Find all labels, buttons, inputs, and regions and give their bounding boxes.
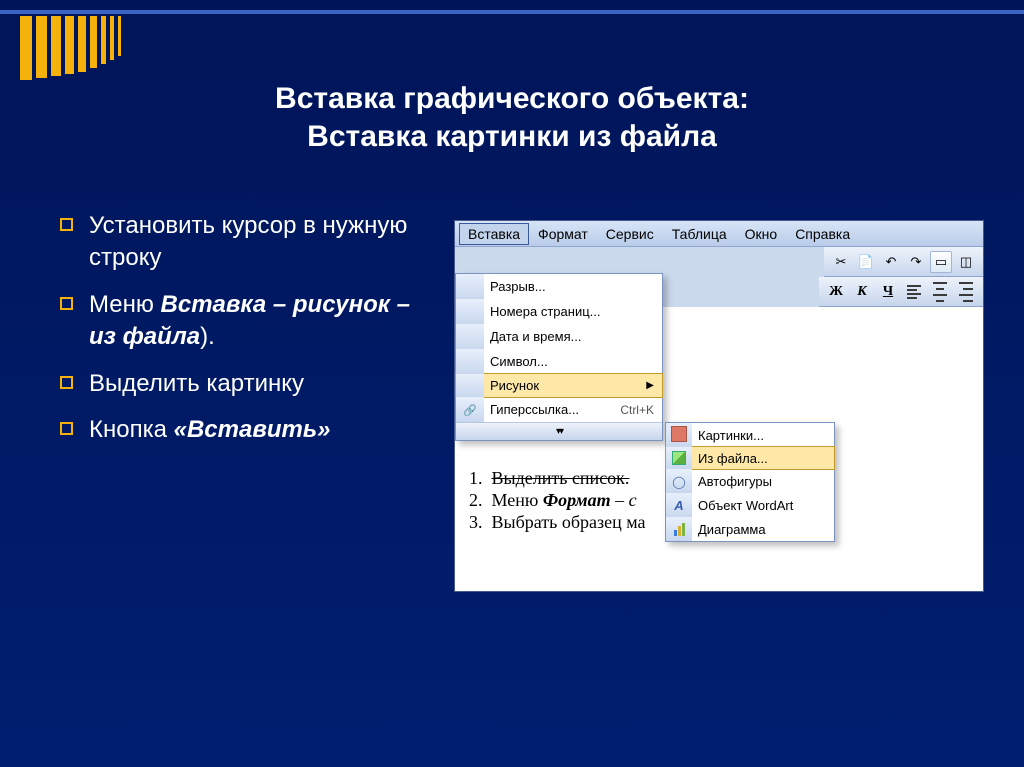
menu-item-hyperlink[interactable]: Гиперссылка... Ctrl+K: [456, 397, 662, 422]
submenu-clipart[interactable]: Картинки...: [666, 423, 834, 447]
align-left-button[interactable]: [903, 281, 925, 303]
page-title: Вставка графического объекта: Вставка ка…: [0, 80, 1024, 155]
word-window: Вставка Формат Сервис Таблица Окно Справ…: [454, 220, 984, 592]
standard-toolbar: ✂ 📄 ↶ ↷ ▭ ◫: [824, 247, 983, 277]
underline-button[interactable]: Ч: [877, 281, 899, 303]
chevron-down-icon: ▾▾: [556, 426, 562, 437]
title-line2: Вставка картинки из файла: [0, 118, 1024, 156]
bullet-text: Выделить картинку: [89, 368, 304, 400]
toolbar-button[interactable]: ↶: [880, 251, 902, 273]
align-right-button[interactable]: [955, 281, 977, 303]
header-rule: [0, 10, 1024, 14]
submenu-wordart[interactable]: Объект WordArt: [666, 493, 834, 517]
link-icon: [456, 397, 484, 422]
blank-icon: [456, 349, 484, 374]
chevron-right-icon: ▶: [646, 380, 654, 391]
toolbar-button[interactable]: ↷: [905, 251, 927, 273]
menu-item-datetime[interactable]: Дата и время...: [456, 324, 662, 349]
bullet-square-icon: [60, 297, 73, 310]
submenu-autoshapes[interactable]: Автофигуры: [666, 469, 834, 493]
submenu-chart[interactable]: Диаграмма: [666, 517, 834, 541]
bullet-text: Меню Вставка – рисунок – из файла).: [89, 289, 420, 354]
wordart-icon: [666, 493, 692, 517]
toolbar-button[interactable]: ◫: [955, 251, 977, 273]
bullet-text: Кнопка «Вставить»: [89, 414, 330, 446]
title-line1: Вставка графического объекта:: [0, 80, 1024, 118]
align-center-button[interactable]: [929, 281, 951, 303]
insert-dropdown: Разрыв... Номера страниц... Дата и время…: [455, 273, 663, 441]
clipart-icon: [666, 423, 692, 447]
menu-window[interactable]: Окно: [736, 223, 787, 245]
menu-item-symbol[interactable]: Символ...: [456, 349, 662, 374]
slide: Вставка графического объекта: Вставка ка…: [0, 0, 1024, 767]
menu-format[interactable]: Формат: [529, 223, 597, 245]
bullet-list: Установить курсор в нужную строку Меню В…: [60, 210, 420, 460]
menubar: Вставка Формат Сервис Таблица Окно Справ…: [455, 221, 983, 247]
toolbar-button[interactable]: ▭: [930, 251, 952, 273]
menu-item-break[interactable]: Разрыв...: [456, 274, 662, 299]
italic-button[interactable]: К: [851, 281, 873, 303]
header-bars-icon: [20, 16, 121, 80]
format-toolbar: Ж К Ч: [819, 277, 983, 307]
blank-icon: [456, 274, 484, 299]
list-item: Выделить картинку: [60, 368, 420, 400]
shortcut-label: Ctrl+K: [620, 403, 654, 417]
bullet-square-icon: [60, 218, 73, 231]
blank-icon: [456, 374, 484, 397]
menu-item-picture[interactable]: Рисунок ▶: [455, 373, 663, 398]
menu-table[interactable]: Таблица: [663, 223, 736, 245]
list-item: Меню Вставка – рисунок – из файла).: [60, 289, 420, 354]
submenu-from-file[interactable]: Из файла...: [665, 446, 835, 470]
menu-tools[interactable]: Сервис: [597, 223, 663, 245]
blank-icon: [456, 299, 484, 324]
menu-help[interactable]: Справка: [786, 223, 859, 245]
list-item: Установить курсор в нужную строку: [60, 210, 420, 275]
chart-icon: [666, 517, 692, 541]
bold-button[interactable]: Ж: [825, 281, 847, 303]
list-item: Кнопка «Вставить»: [60, 414, 420, 446]
image-file-icon: [666, 447, 692, 469]
toolbar-button[interactable]: 📄: [855, 251, 877, 273]
bullet-square-icon: [60, 376, 73, 389]
expand-menu-button[interactable]: ▾▾: [456, 422, 662, 440]
blank-icon: [456, 324, 484, 349]
bullet-text: Установить курсор в нужную строку: [89, 210, 420, 275]
picture-submenu: Картинки... Из файла... Автофигуры Объек…: [665, 422, 835, 542]
menu-insert[interactable]: Вставка: [459, 223, 529, 245]
bullet-square-icon: [60, 422, 73, 435]
toolbar-button[interactable]: ✂: [830, 251, 852, 273]
menu-item-pagenumbers[interactable]: Номера страниц...: [456, 299, 662, 324]
document-area: ✂ 📄 ↶ ↷ ▭ ◫ Ж К Ч 4 5 6 7 8 9: [455, 247, 983, 591]
shapes-icon: [666, 469, 692, 493]
